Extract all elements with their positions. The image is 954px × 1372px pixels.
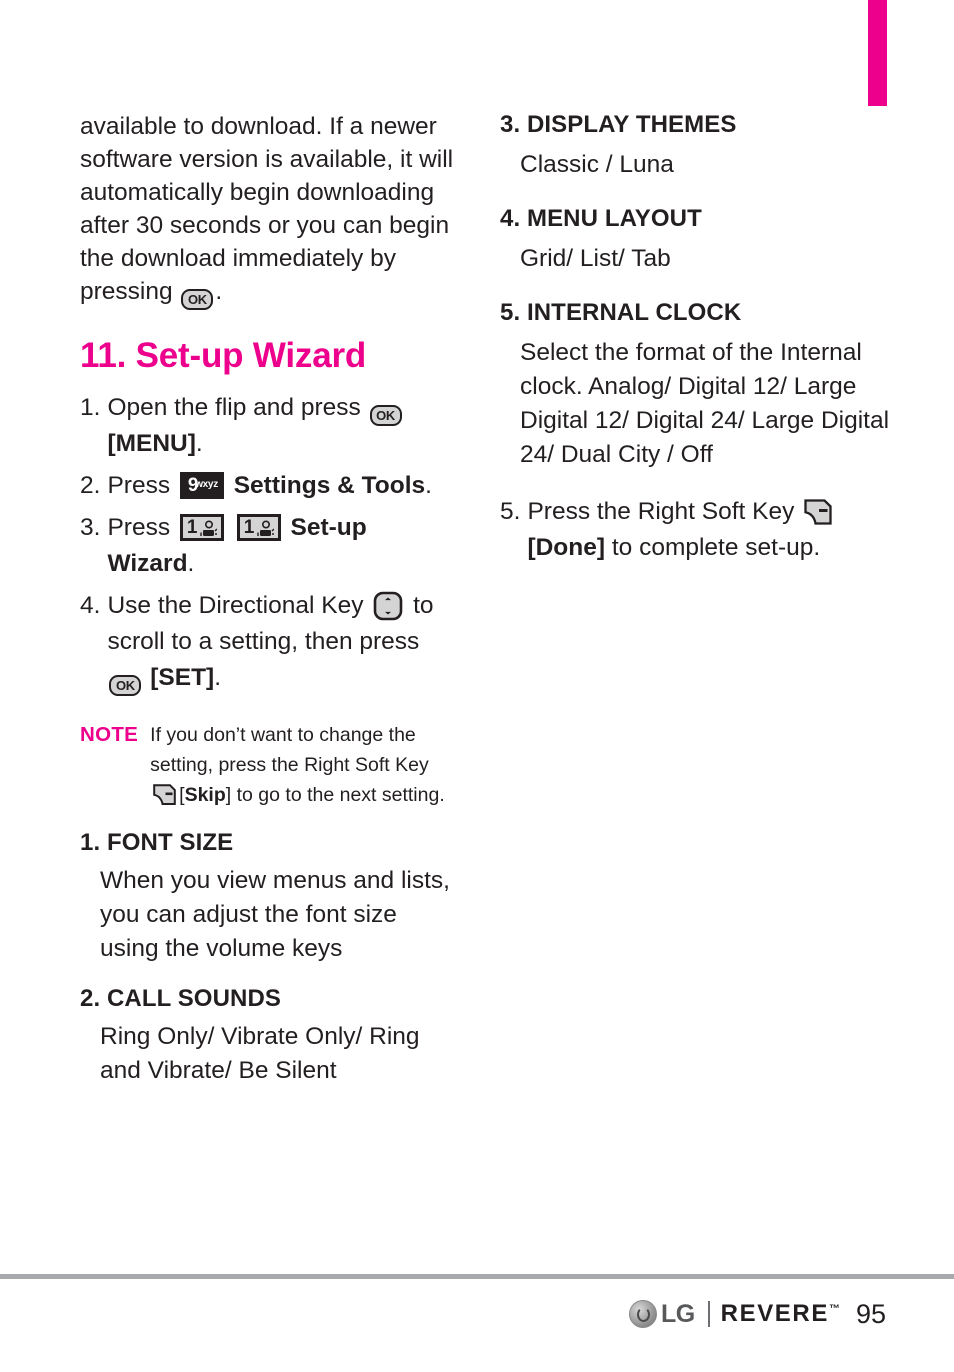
step-2-text: Press xyxy=(107,472,171,500)
section-heading-font-size: 1. FONT SIZE xyxy=(80,829,234,857)
trademark-symbol: ™ xyxy=(828,1303,840,1315)
footer-vertical-divider xyxy=(707,1301,710,1327)
step-4: 4. Use the Directional Key to scroll to … xyxy=(80,588,460,697)
footer-divider-rule xyxy=(0,1274,954,1279)
section-body-menu-layout: Grid/ List/ Tab xyxy=(520,245,671,272)
section-heading-internal-clock: 5. INTERNAL CLOCK xyxy=(500,299,742,326)
step-2: 2. Press 9 wxyz Settings & Tools. xyxy=(80,468,460,504)
left-column: available to download. If a newer softwa… xyxy=(80,110,460,1092)
product-name-text: REVERE xyxy=(720,1300,829,1327)
step-2-body: Press 9 wxyz Settings & Tools. xyxy=(107,468,460,504)
step-3-number: 3. xyxy=(80,514,101,542)
step-1-text: Open the flip and press xyxy=(107,394,361,422)
step-4-number: 4. xyxy=(80,592,101,620)
step-4-period: . xyxy=(214,664,222,692)
right-column: 3. DISPLAY THEMES Classic / Luna 4. MENU… xyxy=(500,110,890,572)
step-3-period: . xyxy=(187,550,195,578)
key-1-digit: 1 xyxy=(186,517,198,539)
step-3: 3. Press 1 1 Set-up Wizard. xyxy=(80,510,460,582)
section-heading-menu-layout: 4. MENU LAYOUT xyxy=(500,205,702,232)
section-body-call-sounds: Ring Only/ Vibrate Only/ Ring and Vibrat… xyxy=(100,1023,420,1085)
step-1-menu-label: [MENU] xyxy=(107,430,196,458)
key-9-wxyz-icon: 9 wxyz xyxy=(179,472,224,500)
continued-paragraph-text: available to download. If a newer softwa… xyxy=(80,113,454,305)
lg-logo-icon xyxy=(628,1300,657,1328)
continued-paragraph: available to download. If a newer softwa… xyxy=(80,110,460,310)
product-wordmark: REVERE™ xyxy=(721,1302,840,1326)
step-5: 5. Press the Right Soft Key [Done] to co… xyxy=(500,494,890,566)
chapter-title: 11. Set-up Wizard xyxy=(80,336,367,375)
note-block: NOTE If you don’t want to change the set… xyxy=(80,720,460,810)
right-soft-key-icon xyxy=(803,498,833,527)
step-3-text: Press xyxy=(107,514,171,542)
step-2-number: 2. xyxy=(80,472,101,500)
step-4-body: Use the Directional Key to scroll to a s… xyxy=(107,588,460,697)
step-3-body: Press 1 1 Set-up Wizard. xyxy=(107,510,460,582)
ok-key-icon: OK xyxy=(109,675,142,697)
key-1-voicemail-icon: 1 xyxy=(236,514,281,542)
step-1: 1. Open the flip and press OK [MENU]. xyxy=(80,390,460,462)
note-text-after: to go to the next setting. xyxy=(236,784,445,807)
step-5-number: 5. xyxy=(500,498,521,525)
voicemail-glyph-icon xyxy=(257,520,274,537)
step-1-body: Open the flip and press OK [MENU]. xyxy=(107,390,460,462)
note-text-before: If you don’t want to change the setting,… xyxy=(150,724,429,777)
key-1-voicemail-icon: 1 xyxy=(179,514,224,542)
page-footer: LG REVERE™ 95 xyxy=(0,1289,954,1339)
note-bracket-close: ] xyxy=(225,784,232,807)
ok-key-icon: OK xyxy=(181,289,214,310)
directional-key-icon xyxy=(373,591,403,621)
step-1-period: . xyxy=(195,430,203,458)
step-2-menu-label: Settings & Tools xyxy=(233,472,426,500)
section-body-display-themes: Classic / Luna xyxy=(520,151,674,178)
note-label: NOTE xyxy=(80,723,139,747)
lg-wordmark: LG xyxy=(660,1299,695,1328)
step-4-set-label: [SET] xyxy=(150,664,215,692)
section-body-internal-clock: Select the format of the Internal clock.… xyxy=(520,339,890,468)
section-body-font-size: When you view menus and lists, you can a… xyxy=(100,867,450,963)
note-skip-label: Skip xyxy=(184,784,226,807)
key-9-letters: wxyz xyxy=(195,479,218,491)
right-soft-key-icon xyxy=(152,783,177,807)
step-5-done-label: [Done] xyxy=(527,534,606,561)
section-heading-display-themes: 3. DISPLAY THEMES xyxy=(500,111,737,138)
step-4-text: Use the Directional Key xyxy=(107,592,364,620)
step-1-number: 1. xyxy=(80,394,101,422)
key-1-digit: 1 xyxy=(243,517,255,539)
step-5-body: Press the Right Soft Key [Done] to compl… xyxy=(527,494,890,566)
page-number: 95 xyxy=(855,1298,886,1329)
chapter-tab-marker xyxy=(868,0,887,106)
step-2-period: . xyxy=(425,472,432,500)
step-5-tail: to complete set-up. xyxy=(611,534,821,561)
step-5-text: Press the Right Soft Key xyxy=(527,498,795,525)
continued-paragraph-period: . xyxy=(215,278,223,305)
note-text: If you don’t want to change the setting,… xyxy=(150,720,460,810)
voicemail-glyph-icon xyxy=(200,520,217,537)
section-heading-call-sounds: 2. CALL SOUNDS xyxy=(80,985,281,1013)
ok-key-icon: OK xyxy=(369,405,402,427)
